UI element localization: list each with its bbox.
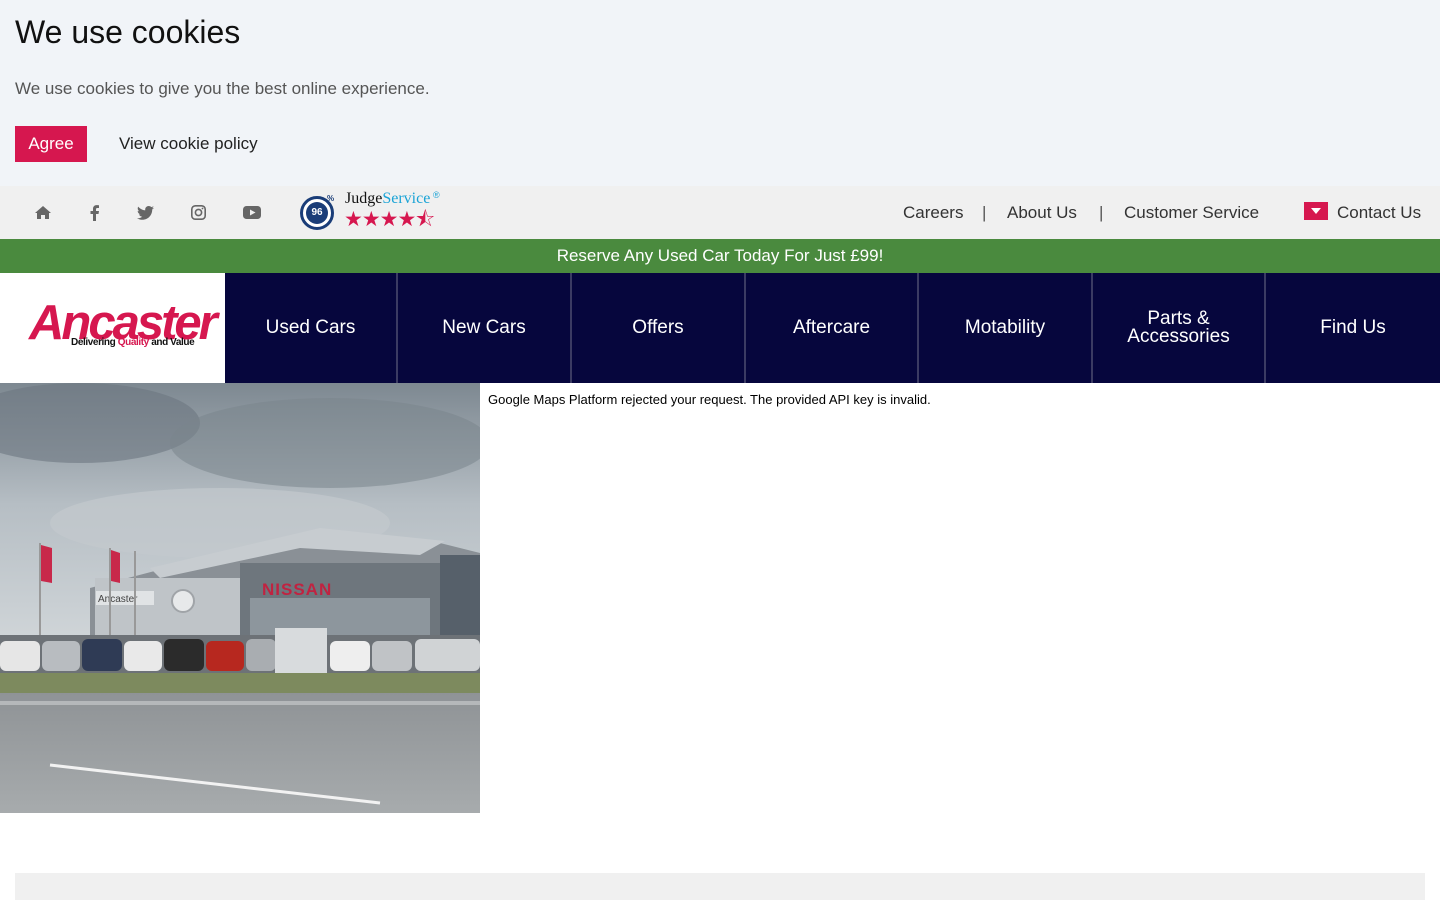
logo-tag-a: Delivering [71, 337, 118, 348]
promo-banner[interactable]: Reserve Any Used Car Today For Just £99! [0, 239, 1440, 273]
logo-tag-c: and Value [148, 337, 195, 348]
cookie-description: We use cookies to give you the best onli… [15, 79, 430, 98]
cookie-policy-link[interactable]: View cookie policy [119, 133, 258, 155]
careers-link[interactable]: Careers [903, 202, 963, 224]
main-navigation: Used Cars New Cars Offers Aftercare Mota… [225, 273, 1440, 383]
cookie-banner: We use cookies We use cookies to give yo… [0, 0, 1440, 186]
content-panel [15, 873, 1425, 900]
judge-service-name: JudgeService [345, 190, 430, 208]
twitter-icon[interactable] [132, 186, 158, 239]
cookie-title: We use cookies [15, 14, 241, 50]
judge-name-b: Service [382, 190, 431, 207]
nav-find-us[interactable]: Find Us [1266, 273, 1440, 383]
link-separator: | [982, 203, 987, 222]
utility-bar: 96 % JudgeService ® ★★★★⯪ Careers | Abou… [0, 186, 1440, 239]
contact-us-link[interactable]: Contact Us [1337, 202, 1421, 224]
nav-new-cars[interactable]: New Cars [398, 273, 572, 383]
nav-aftercare[interactable]: Aftercare [746, 273, 919, 383]
map-error-message: Google Maps Platform rejected your reque… [488, 392, 931, 407]
agree-button[interactable]: Agree [15, 126, 87, 162]
about-us-link[interactable]: About Us [1007, 202, 1077, 224]
nav-used-cars[interactable]: Used Cars [225, 273, 398, 383]
facebook-icon[interactable] [81, 186, 107, 239]
dealer-sign: Ancaster [98, 594, 138, 605]
link-separator: | [1099, 203, 1104, 222]
judge-score-percent: % [327, 194, 335, 203]
judge-score: 96 [306, 202, 328, 224]
instagram-icon[interactable] [185, 186, 211, 239]
ancaster-logo[interactable]: Ancaster Delivering Quality and Value [0, 273, 225, 383]
logo-tagline: Delivering Quality and Value [71, 337, 195, 349]
chevron-down-icon[interactable] [1304, 202, 1328, 220]
logo-tag-b: Quality [117, 337, 150, 348]
dealership-photo: NISSAN Ancaster [0, 383, 480, 813]
judge-name-a: Judge [345, 190, 383, 207]
nav-parts-accessories[interactable]: Parts & Accessories [1093, 273, 1266, 383]
dealer-building-sign: NISSAN [262, 580, 332, 599]
home-icon[interactable] [30, 186, 56, 239]
nav-offers[interactable]: Offers [572, 273, 746, 383]
rating-stars-icon: ★★★★⯪ [344, 208, 435, 231]
judge-service-badge[interactable]: 96 % JudgeService ® ★★★★⯪ [300, 190, 450, 232]
youtube-icon[interactable] [239, 186, 265, 239]
nav-motability[interactable]: Motability [919, 273, 1093, 383]
judge-registered-mark: ® [433, 190, 440, 200]
customer-service-link[interactable]: Customer Service [1124, 202, 1259, 224]
